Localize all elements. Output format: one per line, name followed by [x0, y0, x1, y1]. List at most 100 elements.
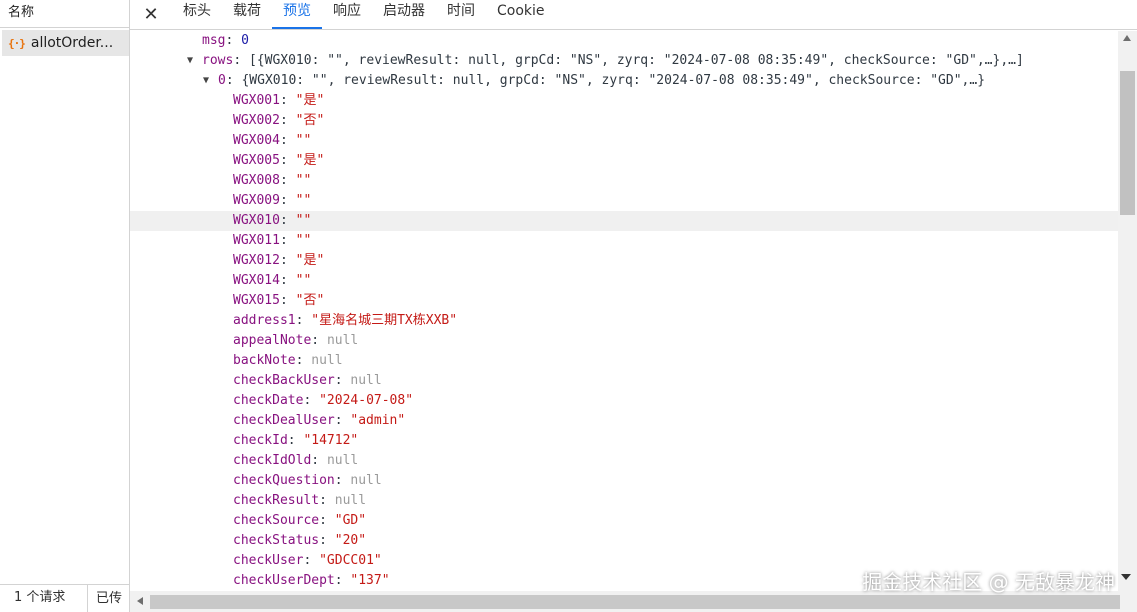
tree-row-field[interactable]: WGX009: "": [130, 191, 1118, 211]
request-count: 1 个请求: [0, 585, 88, 612]
json-key: WGX005: [233, 153, 280, 168]
json-value: "2024-07-08": [319, 393, 414, 408]
watermark: 掘金技术社区 @ 无敌暴龙神: [862, 570, 1115, 594]
tab-timing[interactable]: 时间: [436, 0, 486, 29]
json-key: WGX014: [233, 273, 280, 288]
json-key: checkResult: [233, 493, 320, 508]
tree-row-field[interactable]: checkSource: "GD": [130, 511, 1118, 531]
json-key: backNote: [233, 353, 296, 368]
json-value: "": [295, 193, 312, 208]
name-column-header[interactable]: 名称: [0, 0, 129, 28]
json-key: checkQuestion: [233, 473, 335, 488]
tree-row-field[interactable]: WGX015: "否": [130, 291, 1118, 311]
tab-payload[interactable]: 载荷: [222, 0, 272, 29]
transferred-size: 已传: [96, 590, 123, 606]
json-value: "否": [295, 113, 325, 128]
json-fields: WGX001: "是" WGX002: "否" WGX004: "" WGX005: …: [130, 91, 1118, 591]
scroll-up-arrow-icon[interactable]: [1123, 35, 1131, 41]
json-key: WGX009: [233, 193, 280, 208]
tree-row-field[interactable]: WGX005: "是": [130, 151, 1118, 171]
tree-row-field[interactable]: WGX004: "": [130, 131, 1118, 151]
json-key: checkDealUser: [233, 413, 335, 428]
json-key: checkSource: [233, 513, 320, 528]
json-key: checkId: [233, 433, 288, 448]
tree-row-rows[interactable]: ▼ rows: [{WGX010: "", reviewResult: null…: [130, 51, 1118, 71]
tree-row-field[interactable]: checkStatus: "20": [130, 531, 1118, 551]
json-value: "": [295, 213, 312, 228]
tab-cookies[interactable]: Cookie: [486, 0, 556, 29]
json-key: WGX002: [233, 113, 280, 128]
horizontal-scroll-thumb[interactable]: [150, 595, 1120, 609]
json-key: appealNote: [233, 333, 312, 348]
vertical-scrollbar[interactable]: [1118, 31, 1137, 591]
tree-row-field[interactable]: checkIdOld: null: [130, 451, 1118, 471]
tree-row-field[interactable]: address1: "星海名城三期TX栋XXB": [130, 311, 1118, 331]
tree-row-msg[interactable]: msg: 0: [130, 31, 1118, 51]
json-value: "是": [295, 253, 325, 268]
tab-headers[interactable]: 标头: [172, 0, 222, 29]
json-value: "": [295, 273, 312, 288]
json-value: "": [295, 133, 312, 148]
tree-row-field[interactable]: checkDealUser: "admin": [130, 411, 1118, 431]
json-value: "": [295, 233, 312, 248]
json-value: 0: [241, 33, 249, 48]
tree-row-field[interactable]: WGX011: "": [130, 231, 1118, 251]
tree-row-field[interactable]: checkBackUser: null: [130, 371, 1118, 391]
json-value: "admin": [350, 413, 406, 428]
json-value: null: [350, 373, 382, 388]
json-summary: {WGX010: "", reviewResult: null, grpCd: …: [241, 73, 986, 88]
close-icon[interactable]: ✕: [130, 0, 172, 29]
json-value: "": [295, 173, 312, 188]
vertical-scroll-thumb[interactable]: [1120, 71, 1135, 215]
expand-triangle-icon[interactable]: ▼: [203, 71, 209, 91]
tree-row-field[interactable]: checkId: "14712": [130, 431, 1118, 451]
json-key: address1: [233, 313, 296, 328]
tree-row-field[interactable]: checkQuestion: null: [130, 471, 1118, 491]
tree-row-field[interactable]: WGX012: "是": [130, 251, 1118, 271]
json-key: checkUserDept: [233, 573, 335, 588]
tab-preview[interactable]: 预览: [272, 0, 322, 29]
tree-row-field[interactable]: checkResult: null: [130, 491, 1118, 511]
caret-down-icon: [1121, 574, 1131, 580]
json-value: "GDCC01": [319, 553, 382, 568]
json-key: checkIdOld: [233, 453, 312, 468]
tree-row-field[interactable]: WGX010: "": [130, 211, 1118, 231]
json-key: WGX001: [233, 93, 280, 108]
json-key: WGX010: [233, 213, 280, 228]
tree-row-item-0[interactable]: ▼ 0: {WGX010: "", reviewResult: null, gr…: [130, 71, 1118, 91]
json-value: "GD": [334, 513, 367, 528]
status-bar: 1 个请求 已传: [0, 584, 130, 612]
json-value: "星海名城三期TX栋XXB": [311, 313, 458, 328]
tree-row-field[interactable]: checkDate: "2024-07-08": [130, 391, 1118, 411]
json-key: WGX008: [233, 173, 280, 188]
json-key: 0: [218, 73, 226, 88]
json-value: "是": [295, 153, 325, 168]
json-key: checkUser: [233, 553, 304, 568]
tab-response[interactable]: 响应: [322, 0, 372, 29]
request-item[interactable]: {·} allotOrder...: [2, 30, 129, 56]
json-value: "是": [295, 93, 325, 108]
json-key: WGX011: [233, 233, 280, 248]
json-key: checkBackUser: [233, 373, 335, 388]
tree-row-field[interactable]: WGX002: "否": [130, 111, 1118, 131]
tree-row-field[interactable]: WGX008: "": [130, 171, 1118, 191]
tab-initiator[interactable]: 启动器: [372, 0, 436, 29]
json-key: WGX012: [233, 253, 280, 268]
tree-row-field[interactable]: WGX001: "是": [130, 91, 1118, 111]
json-icon: {·}: [8, 36, 26, 50]
request-list-panel: 名称 {·} allotOrder... 1 个请求 已传: [0, 0, 130, 612]
tree-row-field[interactable]: appealNote: null: [130, 331, 1118, 351]
scroll-left-arrow-icon[interactable]: [137, 597, 143, 605]
json-value: null: [311, 353, 343, 368]
json-value: null: [326, 453, 359, 468]
detail-tabs: ✕ 标头 载荷 预览 响应 启动器 时间 Cookie: [130, 0, 1137, 30]
tree-row-field[interactable]: WGX014: "": [130, 271, 1118, 291]
json-key: WGX015: [233, 293, 280, 308]
request-name: allotOrder...: [30, 35, 114, 51]
tree-row-field[interactable]: backNote: null: [130, 351, 1118, 371]
json-value: null: [326, 333, 359, 348]
json-value: null: [350, 473, 382, 488]
expand-triangle-icon[interactable]: ▼: [187, 51, 193, 71]
json-value: "137": [350, 573, 390, 588]
json-value: "否": [295, 293, 325, 308]
